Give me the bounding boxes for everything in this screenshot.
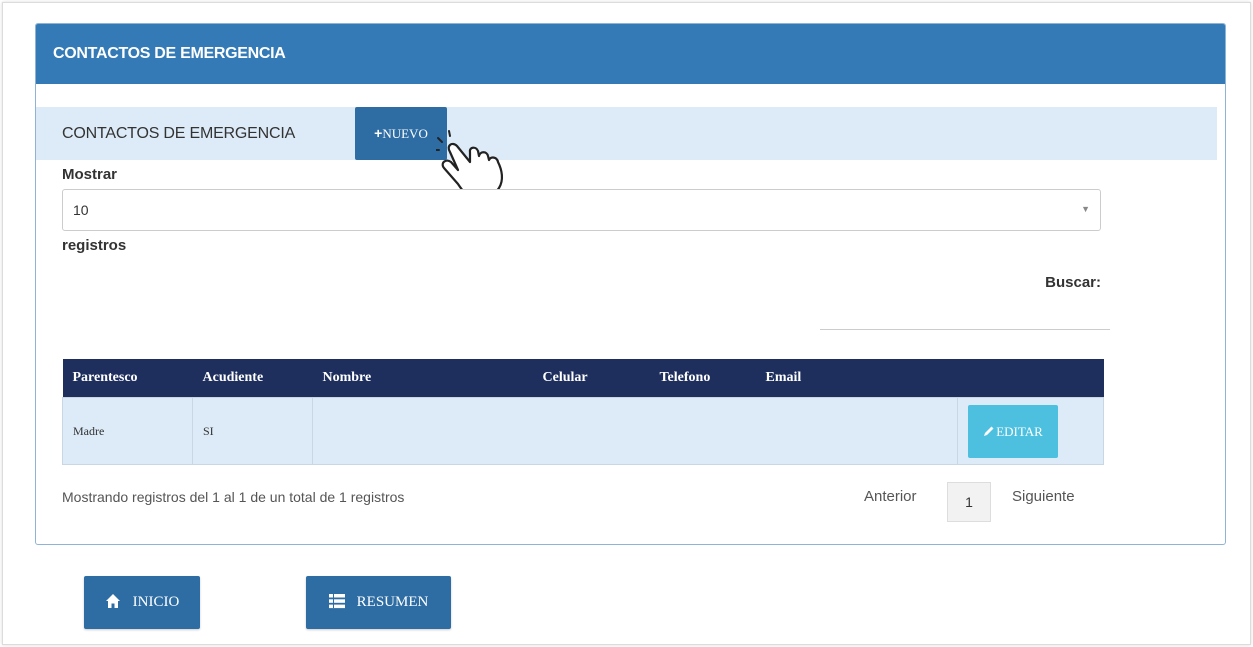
summary-button[interactable]: RESUMEN [306,576,451,629]
home-button-label: INICIO [132,594,180,610]
new-contact-button[interactable]: +NUEVO [355,107,447,160]
table-header-row: Parentesco Acudiente Nombre Celular Tele… [62,359,1104,398]
emergency-contacts-panel: CONTACTOS DE EMERGENCIA CONTACTOS DE EME… [35,23,1226,545]
entries-per-page-value: 10 [73,202,89,218]
column-header-acudiente[interactable]: Acudiente [192,359,313,398]
table-info: Mostrando registros del 1 al 1 de un tot… [62,489,405,505]
edit-button-label: EDITAR [996,423,1043,439]
column-header-celular[interactable]: Celular [532,359,650,398]
panel-header: CONTACTOS DE EMERGENCIA [36,24,1225,84]
search-label: Buscar: [1045,274,1101,291]
page: CONTACTOS DE EMERGENCIA CONTACTOS DE EME… [0,0,1253,647]
page-number-button[interactable]: 1 [947,482,991,522]
home-button[interactable]: INICIO [84,576,200,629]
pencil-icon [984,426,994,437]
cell-contact-details [312,397,958,465]
show-entries-label: Mostrar [62,166,118,183]
entries-per-page-select[interactable]: 10 ▼ [62,189,1101,231]
column-header-email[interactable]: Email [755,359,958,398]
chevron-down-icon: ▼ [1081,204,1090,214]
table-row: Madre SI EDITAR [62,397,1104,465]
contacts-table: Parentesco Acudiente Nombre Celular Tele… [62,359,1104,465]
column-header-actions [957,359,1104,398]
entries-suffix-label: registros [62,237,127,254]
cell-actions: EDITAR [957,397,1104,465]
edit-button[interactable]: EDITAR [968,404,1058,458]
search-input[interactable] [820,306,1110,330]
cell-acudiente: SI [192,397,313,465]
cell-parentesco: Madre [62,397,193,465]
home-icon [105,593,120,608]
column-header-nombre[interactable]: Nombre [312,359,533,398]
list-icon [328,593,345,608]
new-button-label: NUEVO [382,126,428,141]
summary-button-label: RESUMEN [356,594,429,610]
column-header-parentesco[interactable]: Parentesco [62,359,193,398]
next-page-button[interactable]: Siguiente [1012,488,1075,505]
column-header-telefono[interactable]: Telefono [649,359,756,398]
previous-page-button[interactable]: Anterior [864,488,917,505]
section-title: CONTACTOS DE EMERGENCIA [62,125,296,142]
section-bar: CONTACTOS DE EMERGENCIA +NUEVO [36,107,1217,160]
